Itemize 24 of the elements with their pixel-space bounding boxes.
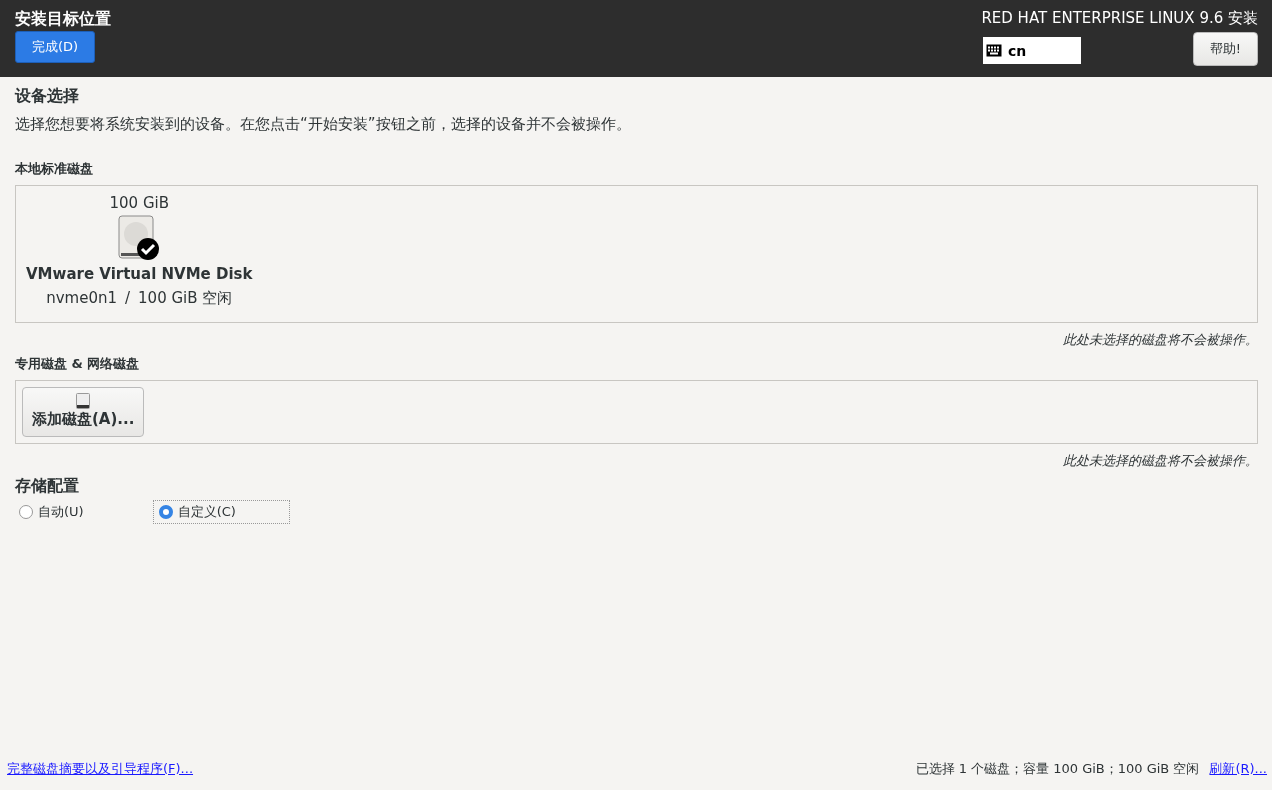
radio-option[interactable]: 自动(U) xyxy=(18,500,89,524)
status-text: 已选择 1 个磁盘；容量 100 GiB；100 GiB 空闲 xyxy=(915,760,1200,778)
section-heading: 设备选择 xyxy=(15,86,79,107)
help-button[interactable]: 帮助! xyxy=(1192,32,1258,66)
section-heading: 本地标准磁盘 xyxy=(15,160,93,178)
disk-tile[interactable]: 100 GiB VMware Virtual NVMe Disk nvme0n1 / 100 GiB 空闲 xyxy=(26,194,253,314)
done-button[interactable]: 完成(D) xyxy=(15,31,96,63)
window-title: 安装目标位置 xyxy=(15,9,111,30)
add-disk-button[interactable]: 添加磁盘(A)... xyxy=(22,387,145,437)
disk-size: 100 GiB xyxy=(109,194,169,212)
radio-option[interactable]: 自定义(C) xyxy=(152,500,290,524)
device-name: nvme0n1 xyxy=(46,289,117,308)
note-text: 此处未选择的磁盘将不会被操作。 xyxy=(1063,452,1258,470)
keyboard-layout-field[interactable]: cn xyxy=(983,37,1081,64)
refresh-link[interactable]: 刷新(R)... xyxy=(1209,760,1267,778)
note-text: 此处未选择的磁盘将不会被操作。 xyxy=(1063,331,1258,349)
summary-link[interactable]: 完整磁盘摘要以及引导程序(F)... xyxy=(7,760,194,778)
section-heading: 存储配置 xyxy=(15,476,79,497)
description-text: 选择您想要将系统安装到的设备。在您点击“开始安装”按钮之前，选择的设备并不会被操作。 xyxy=(15,115,631,134)
section-heading: 专用磁盘 & 网络磁盘 xyxy=(15,355,140,373)
free-space: 100 GiB 空闲 xyxy=(138,289,233,308)
separator-text: / xyxy=(125,289,131,308)
disk-name: VMware Virtual NVMe Disk xyxy=(26,265,253,283)
product-title: RED HAT ENTERPRISE LINUX 9.6 安装 xyxy=(981,9,1258,28)
